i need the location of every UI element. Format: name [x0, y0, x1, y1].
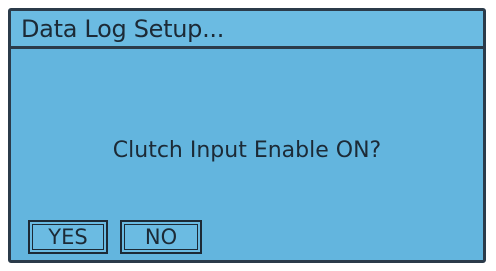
screen-title: Data Log Setup...	[21, 15, 225, 43]
title-bar: Data Log Setup...	[11, 11, 483, 49]
no-button[interactable]: NO	[120, 220, 202, 254]
dialog-prompt: Clutch Input Enable ON?	[112, 138, 382, 163]
yes-button[interactable]: YES	[28, 220, 108, 254]
lcd-screen: Data Log Setup... Clutch Input Enable ON…	[8, 8, 486, 263]
